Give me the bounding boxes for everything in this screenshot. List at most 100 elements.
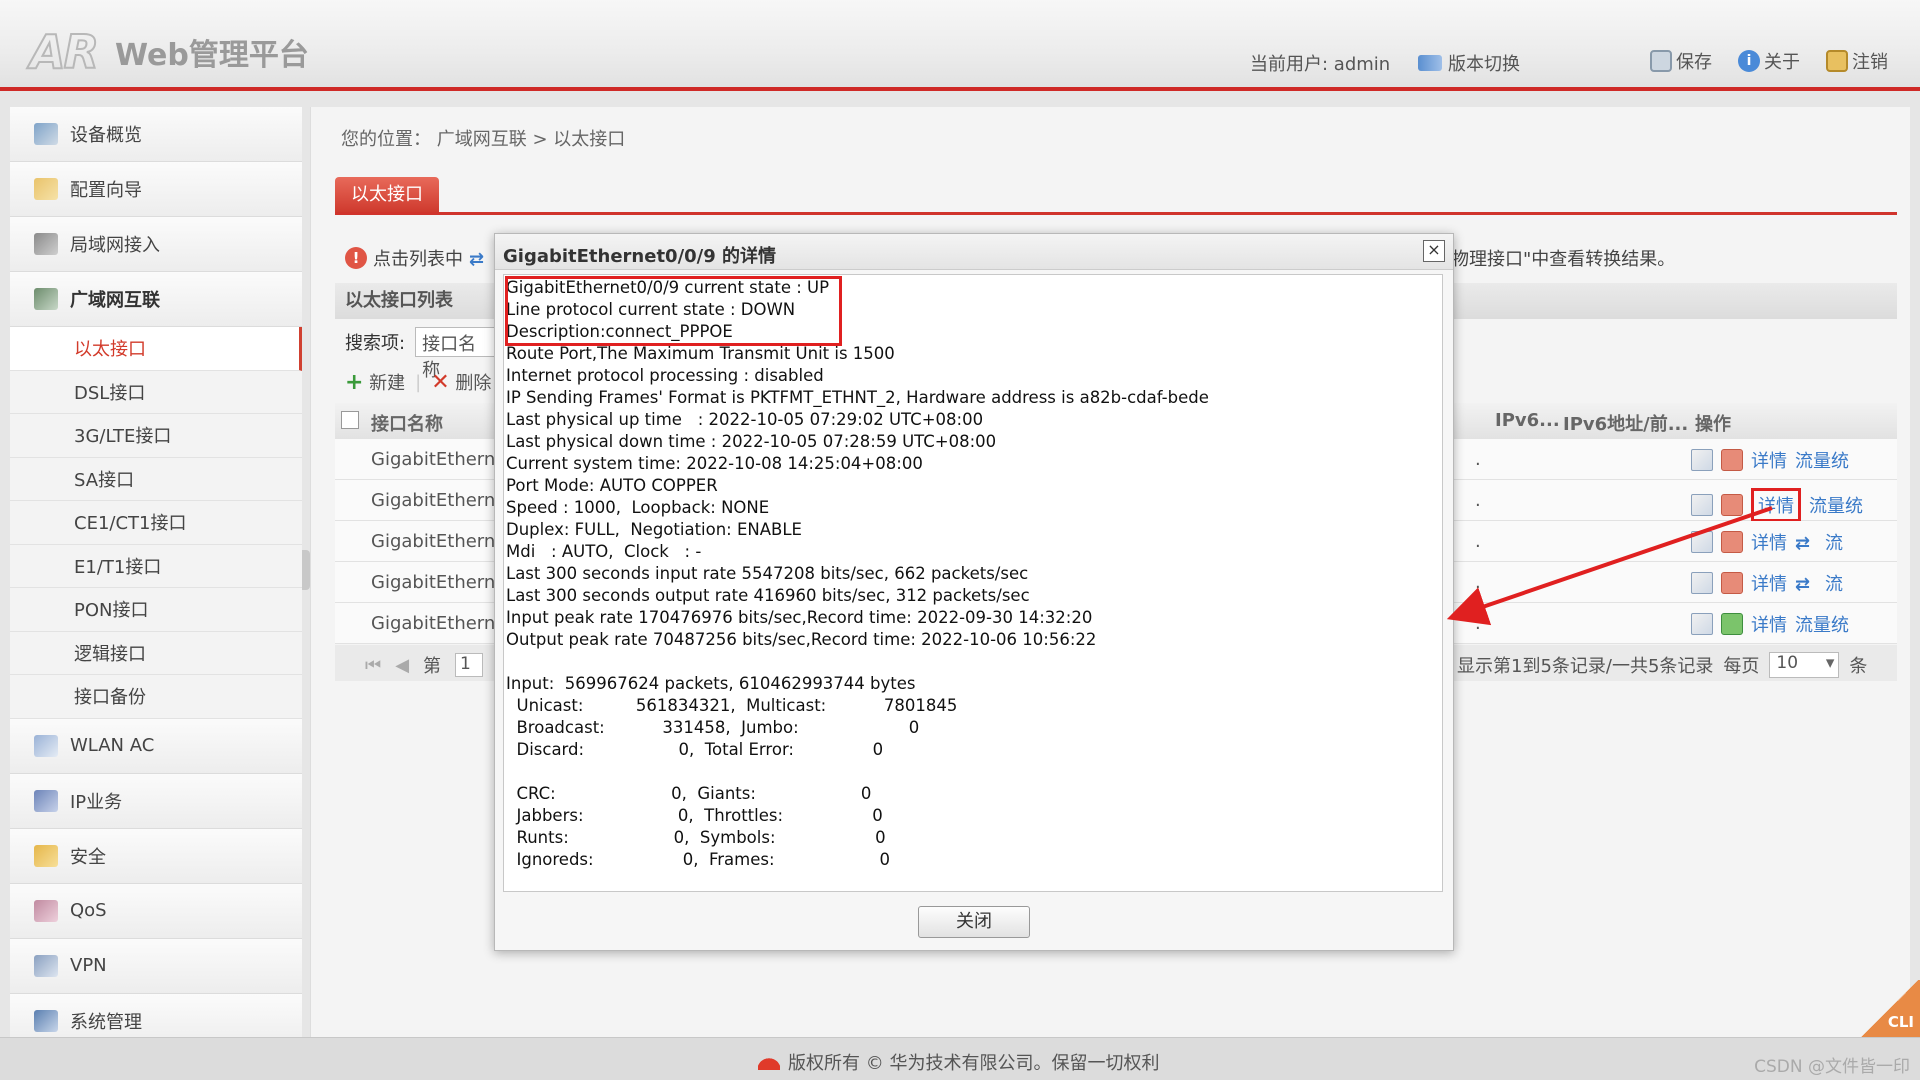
sidebar-sub-ce1-ct1[interactable]: CE1/CT1接口 (10, 501, 302, 545)
sidebar-item-wan[interactable]: 广域网互联 (10, 272, 302, 327)
sidebar-item-security[interactable]: 安全 (10, 828, 302, 884)
sidebar-item-wlan-ac[interactable]: WLAN AC (10, 718, 302, 774)
prev-page-icon[interactable]: ◀ (395, 655, 409, 676)
sidebar-item-label: 设备概览 (70, 125, 142, 146)
edit-icon[interactable] (1691, 531, 1713, 553)
sidebar-sub-e1-t1[interactable]: E1/T1接口 (10, 544, 302, 588)
logo: AR Web管理平台 (29, 24, 309, 80)
cli-button[interactable]: CLI (1860, 980, 1920, 1037)
detail-link[interactable]: 详情 (1751, 611, 1787, 637)
select-all-checkbox[interactable] (341, 411, 359, 429)
row-dot: . (1475, 490, 1481, 511)
sidebar-item-vpn[interactable]: VPN (10, 938, 302, 994)
about-button[interactable]: i 关于 (1738, 48, 1800, 74)
wan-icon (34, 288, 58, 310)
cross-icon: ✕ (431, 370, 450, 395)
disable-icon[interactable] (1721, 531, 1743, 553)
save-button[interactable]: 保存 (1650, 48, 1712, 74)
device-overview-icon (34, 123, 58, 145)
disable-icon[interactable] (1721, 572, 1743, 594)
traffic-link[interactable]: 流量统 (1795, 447, 1849, 473)
sidebar-item-label: 系统管理 (70, 1011, 142, 1033)
sidebar-sub-logical[interactable]: 逻辑接口 (10, 631, 302, 675)
logout-button[interactable]: 注销 (1826, 48, 1888, 74)
logout-icon (1826, 50, 1848, 72)
new-button[interactable]: + 新建 (345, 369, 405, 395)
disable-icon[interactable] (1721, 449, 1743, 471)
sidebar-item-label: WLAN AC (70, 735, 155, 756)
traffic-link[interactable]: 流量统 (1809, 492, 1863, 518)
sidebar-sub-3g-lte[interactable]: 3G/LTE接口 (10, 414, 302, 458)
sidebar-sub-pon[interactable]: PON接口 (10, 588, 302, 632)
edit-icon[interactable] (1691, 494, 1713, 516)
detail-link[interactable]: 详情 (1751, 529, 1787, 555)
detail-line (506, 651, 1440, 673)
traffic-link[interactable]: 流 (1825, 570, 1843, 596)
save-disk-icon (1650, 50, 1672, 72)
first-page-icon[interactable]: ⏮ (365, 655, 381, 676)
traffic-link[interactable]: 流 (1825, 529, 1843, 555)
page-prefix: 第 (423, 656, 442, 677)
col-header-ipv6-addr[interactable]: IPv6地址/前... (1563, 410, 1688, 436)
row-dot: . (1475, 572, 1481, 593)
ip-service-icon (34, 789, 58, 812)
row-name: GigabitEthernet (371, 531, 514, 552)
detail-link[interactable]: 详情 (1751, 570, 1787, 596)
row-ops: 详情 流量统 (1691, 488, 1863, 522)
per-page-unit: 条 (1849, 656, 1868, 677)
convert-icon[interactable]: ⇄ (1795, 533, 1817, 554)
sidebar-sub-dsl[interactable]: DSL接口 (10, 370, 302, 414)
delete-label: 删除 (455, 373, 492, 394)
breadcrumb: 您的位置： 广域网互联 > 以太接口 (341, 129, 626, 150)
lan-access-icon (34, 233, 58, 255)
detail-link-highlighted[interactable]: 详情 (1751, 488, 1801, 522)
logout-label: 注销 (1852, 52, 1888, 73)
vpn-icon (34, 954, 58, 977)
logo-text: Web管理平台 (115, 38, 309, 73)
close-icon[interactable]: × (1423, 240, 1445, 262)
sidebar-sub-sa[interactable]: SA接口 (10, 457, 302, 501)
sidebar-collapse-handle[interactable] (302, 550, 310, 590)
disable-icon[interactable] (1721, 494, 1743, 516)
edit-icon[interactable] (1691, 613, 1713, 635)
dialog-title: GigabitEthernet0/0/9 的详情 (503, 246, 777, 267)
sidebar-sub-ethernet[interactable]: 以太接口 (10, 327, 302, 371)
page-input[interactable]: 1 (455, 653, 484, 677)
close-button[interactable]: 关闭 (918, 906, 1030, 938)
version-switch-button[interactable]: 版本切换 (1418, 50, 1520, 76)
edit-icon[interactable] (1691, 449, 1713, 471)
detail-link[interactable]: 详情 (1751, 447, 1787, 473)
sidebar-item-device-overview[interactable]: 设备概览 (10, 107, 302, 162)
row-ops: 详情 流量统 (1691, 611, 1849, 637)
convert-icon[interactable]: ⇄ (1795, 574, 1817, 595)
header-actions: 保存 i 关于 注销 (1650, 48, 1888, 74)
enable-play-icon[interactable] (1721, 613, 1743, 635)
delete-button[interactable]: ✕ 删除 (431, 369, 491, 395)
detail-line: Duplex: FULL, Negotiation: ENABLE (506, 520, 802, 539)
row-ops: 详情 ⇄ 流 (1691, 529, 1843, 555)
tab-bar: 以太接口 (335, 177, 1897, 215)
new-label: 新建 (369, 373, 406, 394)
detail-line: Route Port,The Maximum Transmit Unit is … (506, 344, 895, 363)
copyright: 版权所有 © 华为技术有限公司。保留一切权利 (758, 1049, 1159, 1075)
traffic-link[interactable]: 流量统 (1795, 611, 1849, 637)
row-ops: 详情 ⇄ 流 (1691, 570, 1843, 596)
edit-icon[interactable] (1691, 572, 1713, 594)
detail-line: Speed : 1000, Loopback: NONE (506, 498, 770, 517)
footer: 版权所有 © 华为技术有限公司。保留一切权利 CSDN @文件皆一印 (0, 1037, 1920, 1080)
system-management-icon (34, 1009, 58, 1032)
qos-icon (34, 899, 58, 922)
search-field-select[interactable]: 接口名称 (415, 327, 496, 381)
copyright-text: 版权所有 © 华为技术有限公司。保留一切权利 (788, 1053, 1160, 1074)
sidebar-item-ip-service[interactable]: IP业务 (10, 773, 302, 829)
sidebar-sub-backup[interactable]: 接口备份 (10, 675, 302, 719)
sidebar-item-qos[interactable]: QoS (10, 883, 302, 939)
col-header-ipv6[interactable]: IPv6... (1495, 410, 1560, 431)
per-page-select[interactable]: 10 (1769, 652, 1840, 678)
plus-icon: + (345, 370, 364, 395)
tip-row: ! 点击列表中 ⇄ (345, 245, 491, 271)
sidebar-item-config-wizard[interactable]: 配置向导 (10, 162, 302, 217)
col-header-name[interactable]: 接口名称 (371, 410, 443, 436)
sidebar-item-lan-access[interactable]: 局域网接入 (10, 217, 302, 272)
tab-ethernet[interactable]: 以太接口 (335, 177, 439, 212)
